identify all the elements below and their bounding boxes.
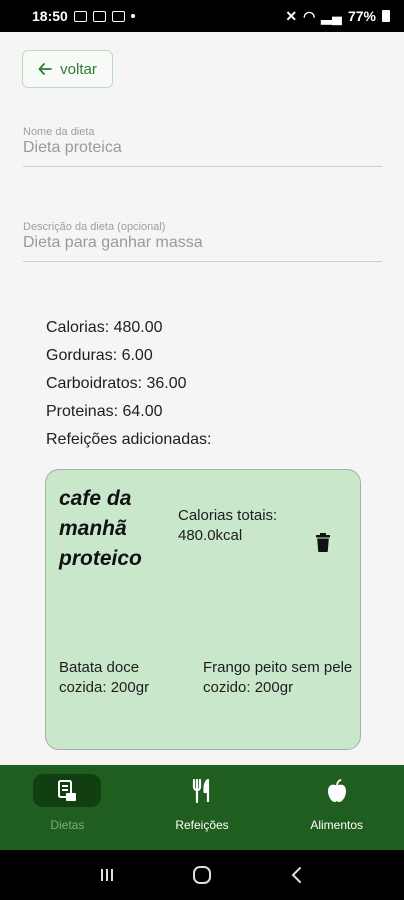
gallery-icon [73,10,87,22]
signal-icon: ▂▄ [321,7,342,24]
meal-food-item: Frango peito sem pele cozido: 200gr [203,659,353,696]
battery-icon [382,10,390,22]
meal-total-calories-value: 480.0kcal [178,527,243,544]
fork-knife-icon [192,778,210,803]
meal-total-calories: Calorias totais: 480.0kcal [178,506,298,546]
diet-name-field[interactable]: Nome da dieta Dieta proteica [23,126,382,167]
nav-label-alimentos: Alimentos [310,818,364,832]
apple-icon [327,778,346,802]
meal-total-calories-label: Calorias totais: [178,507,278,524]
instagram-icon [92,10,106,22]
mute-icon: ✕ [285,7,298,24]
meal-title: cafe da manhã proteico [59,487,142,570]
proteins-text: Proteinas: 64.00 [46,403,163,420]
system-navigation-bar [0,850,404,900]
diet-name-input[interactable]: Dieta proteica [23,139,382,161]
nav-active-indicator [33,774,102,807]
app-notification-icon [111,10,125,22]
bottom-navigation: Dietas Refeições Alimentos [0,765,404,850]
home-icon[interactable] [192,865,212,885]
more-notifications-icon [130,14,135,18]
nav-item-dietas[interactable]: Dietas [0,765,135,850]
trash-icon[interactable] [316,533,330,552]
diet-description-label: Descrição da dieta (opcional) [23,221,166,233]
nav-item-alimentos[interactable]: Alimentos [269,765,404,850]
wifi-icon: ◠ [303,7,316,24]
diet-list-icon [58,779,77,801]
carbs-text: Carboidratos: 36.00 [46,375,187,392]
meals-added-heading: Refeições adicionadas: [46,431,212,448]
nav-label-refeicoes: Refeições [175,818,229,832]
meal-card[interactable]: cafe da manhã proteico Calorias totais: … [45,469,361,750]
status-bar: 18:50 ✕ ◠ ▂▄ 77% [0,0,404,32]
diet-description-field[interactable]: Descrição da dieta (opcional) Dieta para… [23,221,382,262]
battery-percent: 77% [347,8,376,24]
back-button[interactable]: voltar [22,50,113,88]
back-nav-icon[interactable] [289,866,305,884]
back-button-label: voltar [60,60,97,78]
nav-label-dietas: Dietas [50,818,85,832]
status-time: 18:50 [32,8,68,24]
meal-food-item: Batata doce cozida: 200gr [59,659,150,696]
nav-item-refeicoes[interactable]: Refeições [135,765,270,850]
diet-name-label: Nome da dieta [23,126,95,138]
calories-text: Calorias: 480.00 [46,319,163,336]
fats-text: Gorduras: 6.00 [46,347,153,364]
arrow-left-icon [38,63,53,75]
diet-description-input[interactable]: Dieta para ganhar massa [23,234,382,256]
nutrition-summary: Calorias: 480.00 Gorduras: 6.00 Carboidr… [46,318,211,458]
recent-apps-icon[interactable] [99,867,115,883]
